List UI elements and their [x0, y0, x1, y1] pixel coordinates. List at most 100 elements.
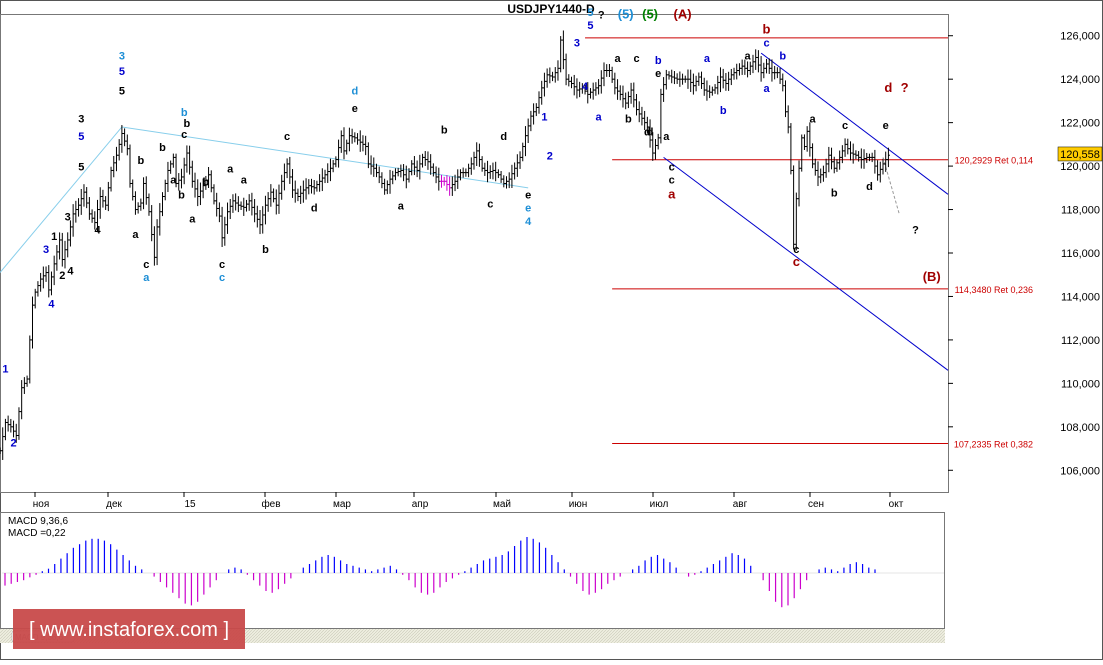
y-tick-label: 120,000 [1060, 161, 1100, 173]
wave-label: a [241, 174, 248, 186]
wave-label: d [500, 131, 507, 143]
wave-label: b [831, 188, 838, 200]
wave-label: e [655, 68, 661, 80]
wave-label: 5 [119, 66, 125, 78]
y-tick-label: 110,000 [1061, 378, 1100, 390]
wave-label: c [284, 131, 290, 143]
wave-label: e [352, 103, 358, 115]
y-tick-label: 116,000 [1061, 248, 1100, 260]
x-tick-label: фев [261, 498, 280, 510]
x-tick-label: ноя [33, 499, 50, 510]
macd-label: MACD 9,36,6 [8, 516, 68, 527]
wave-label: b [779, 51, 786, 63]
wave-label: a [189, 214, 196, 226]
wave-label: b [178, 190, 185, 202]
wave-label: 1 [2, 364, 8, 376]
wave-label: 1 [51, 231, 57, 243]
wave-label: 5 [587, 7, 593, 19]
wave-label: a [704, 53, 711, 65]
wave-label: a [810, 114, 817, 126]
x-tick-label: май [493, 499, 511, 510]
wave-label: e [883, 120, 889, 132]
chart-root: USDJPY1440-D 106,000 108,000 110,000 112,000… [0, 0, 1103, 660]
wave-label: b [655, 55, 662, 67]
wave-label: 5 [119, 85, 125, 97]
wave-label: b [720, 105, 727, 117]
wave-label: 3 [43, 244, 49, 256]
wave-label: a [227, 164, 234, 176]
wave-label: 1 [541, 111, 547, 123]
wave-label: c [669, 174, 675, 186]
wave-label: 4 [582, 81, 589, 93]
wave-label: 4 [67, 266, 74, 278]
watermark-text: [ www.instaforex.com ] [29, 619, 229, 641]
x-tick-label: сен [808, 499, 824, 510]
wave-label: 2 [59, 270, 65, 282]
wave-label: b [137, 155, 144, 167]
wave-label: b [159, 142, 166, 154]
wave-label: b [625, 114, 632, 126]
wave-label: ? [598, 9, 605, 21]
y-tick-label: 118,000 [1061, 205, 1100, 217]
wave-label: c [181, 129, 187, 141]
wave-label: b [262, 244, 269, 256]
wave-label: (B) [923, 269, 941, 284]
wave-label: c [842, 120, 848, 132]
chart-title: USDJPY1440-D [507, 2, 595, 16]
wave-label: 4 [94, 224, 101, 236]
wave-label: 4 [48, 298, 55, 310]
wave-label: 2 [10, 437, 16, 449]
wave-label: d [884, 80, 892, 95]
wave-label: 5 [78, 161, 84, 173]
wave-label: c [633, 53, 639, 65]
y-tick-label: 126,000 [1060, 31, 1100, 43]
y-tick-label: 122,000 [1060, 118, 1100, 130]
wave-label: c [487, 198, 493, 210]
wave-label: c [669, 161, 675, 173]
x-tick-label: мар [333, 499, 351, 510]
wave-label: a [614, 53, 621, 65]
last-price-label: 120,558 [1060, 149, 1100, 161]
wave-label: e [525, 203, 531, 215]
wave-label: 2 [547, 151, 553, 163]
wave-label: 3 [65, 211, 71, 223]
wave-label: d [311, 203, 318, 215]
wave-label: c [219, 259, 225, 271]
y-tick-label: 114,000 [1061, 291, 1100, 303]
wave-label: d [644, 127, 651, 139]
wave-label: d [351, 85, 358, 97]
wave-label: a [668, 187, 676, 202]
y-tick-label: 124,000 [1060, 74, 1100, 86]
wave-label: b [763, 22, 771, 37]
x-tick-label: апр [412, 499, 429, 510]
wave-label: 3 [119, 51, 125, 63]
wave-label: (5) [618, 6, 634, 21]
wave-label: c [793, 254, 800, 269]
wave-label: a [170, 174, 177, 186]
usdjpy-chart: USDJPY1440-D 106,000 108,000 110,000 112,000… [0, 0, 1103, 660]
wave-label: 5 [78, 131, 84, 143]
wave-label: a [132, 229, 139, 241]
fib-level-label: 120,2929 Ret 0,114 [955, 156, 1033, 166]
wave-label: b [202, 177, 209, 189]
x-tick-label: окт [889, 499, 904, 510]
wave-label: ? [912, 224, 919, 236]
fib-level-label: 107,2335 Ret 0,382 [954, 439, 1033, 449]
x-tick-label: июл [650, 499, 669, 510]
y-tick-label: 108,000 [1060, 422, 1100, 434]
y-tick-label: 106,000 [1060, 465, 1100, 477]
wave-label: a [398, 201, 405, 213]
wave-label: a [663, 131, 670, 143]
wave-label: a [745, 51, 752, 63]
macd-value-label: MACD =0,22 [8, 528, 66, 539]
wave-label: c [763, 38, 769, 50]
wave-label: a [143, 272, 150, 284]
x-tick-label: авг [733, 499, 748, 510]
wave-label: b [441, 125, 448, 137]
y-tick-label: 112,000 [1061, 335, 1100, 347]
wave-label: 3 [78, 114, 84, 126]
wave-label: a [763, 83, 770, 95]
x-tick-label: июн [569, 499, 588, 510]
wave-label: 4 [525, 216, 532, 228]
fib-level-label: 114,3480 Ret 0,236 [955, 285, 1033, 295]
